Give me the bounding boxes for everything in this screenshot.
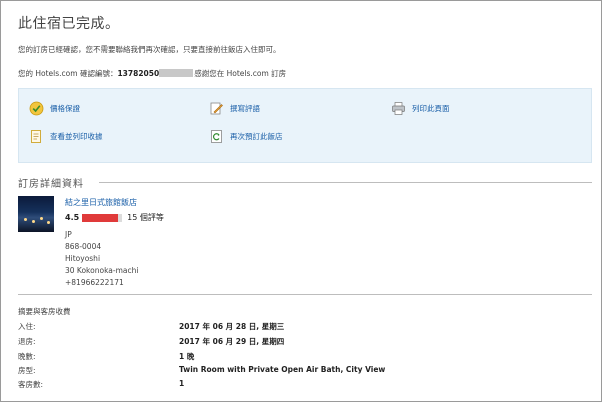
confirmation-message: 您的訂房已經確認，您不需要聯絡我們再次確認，只要直接前往飯店入住即可。: [18, 45, 281, 54]
action-panel: 價格保證 撰寫評語 列印此頁面 查看並列印收據 再次預訂此飯店: [18, 88, 592, 163]
rebook-label: 再次預訂此飯店: [230, 132, 283, 141]
hotel-phone: +81966222171: [65, 278, 124, 287]
divider: [99, 182, 592, 183]
checkin-label: 入住:: [18, 322, 36, 331]
booking-details-heading: 訂房詳細資料: [18, 179, 84, 190]
confirmation-number: 13782050: [117, 69, 160, 78]
rating-score: 4.5: [65, 213, 80, 222]
price-guarantee-label: 價格保證: [50, 104, 80, 113]
confirmation-prefix: 您的 Hotels.com 確認編號：: [18, 69, 118, 78]
rating-row: 4.5 15 個評等: [65, 212, 164, 223]
confirmation-number-line: 您的 Hotels.com 確認編號：13782050 感謝您在 Hotels.c…: [18, 68, 286, 79]
light-dot: [40, 217, 43, 220]
checkout-value: 2017 年 06 月 29 日, 星期四: [179, 337, 285, 346]
review-count: 15 個評等: [127, 213, 164, 222]
room-type-label: 房型:: [18, 366, 36, 375]
rebook-link[interactable]: 再次預訂此飯店: [209, 129, 283, 144]
view-receipt-link[interactable]: 查看並列印收據: [29, 129, 103, 144]
price-guarantee-link[interactable]: 價格保證: [29, 101, 80, 116]
nights-value: 1 晚: [179, 352, 195, 361]
rating-stars: [82, 213, 123, 222]
light-dot: [24, 218, 27, 221]
redacted-block: [159, 69, 194, 77]
print-page-label: 列印此頁面: [412, 104, 450, 113]
checkout-label: 退房:: [18, 337, 36, 346]
light-dot: [32, 220, 35, 223]
address-postal: 868-0004: [65, 242, 102, 251]
divider: [18, 294, 592, 295]
hotel-name-link[interactable]: 結之里日式旅館飯店: [65, 197, 137, 208]
room-type-value: Twin Room with Private Open Air Bath, Ci…: [179, 365, 386, 374]
page-title: 此住宿已完成。: [18, 16, 120, 32]
address-country: JP: [65, 230, 72, 239]
nights-label: 晚數:: [18, 352, 36, 361]
refresh-doc-icon: [209, 129, 224, 144]
light-dot: [47, 221, 50, 224]
page-frame: 此住宿已完成。 您的訂房已經確認，您不需要聯絡我們再次確認，只要直接前往飯店入住…: [0, 0, 602, 402]
address-city: Hitoyoshi: [65, 254, 101, 263]
hotel-thumbnail[interactable]: [18, 196, 54, 232]
check-badge-icon: [29, 101, 44, 116]
rating-stars-fill: [82, 213, 119, 222]
write-review-link[interactable]: 撰寫評語: [209, 101, 260, 116]
view-receipt-label: 查看並列印收據: [50, 132, 103, 141]
address-street: 30 Kokonoka-machi: [65, 266, 139, 275]
pencil-note-icon: [209, 101, 224, 116]
confirmation-suffix: 感謝您在 Hotels.com 訂房: [194, 69, 287, 78]
rooms-label: 客房數:: [18, 380, 44, 389]
summary-heading: 摘要與客房收費: [18, 307, 71, 316]
write-review-label: 撰寫評語: [230, 104, 260, 113]
checkin-value: 2017 年 06 月 28 日, 星期三: [179, 322, 285, 331]
receipt-icon: [29, 129, 44, 144]
rooms-value: 1: [179, 379, 185, 388]
print-page-link[interactable]: 列印此頁面: [391, 101, 450, 116]
printer-icon: [391, 101, 406, 116]
